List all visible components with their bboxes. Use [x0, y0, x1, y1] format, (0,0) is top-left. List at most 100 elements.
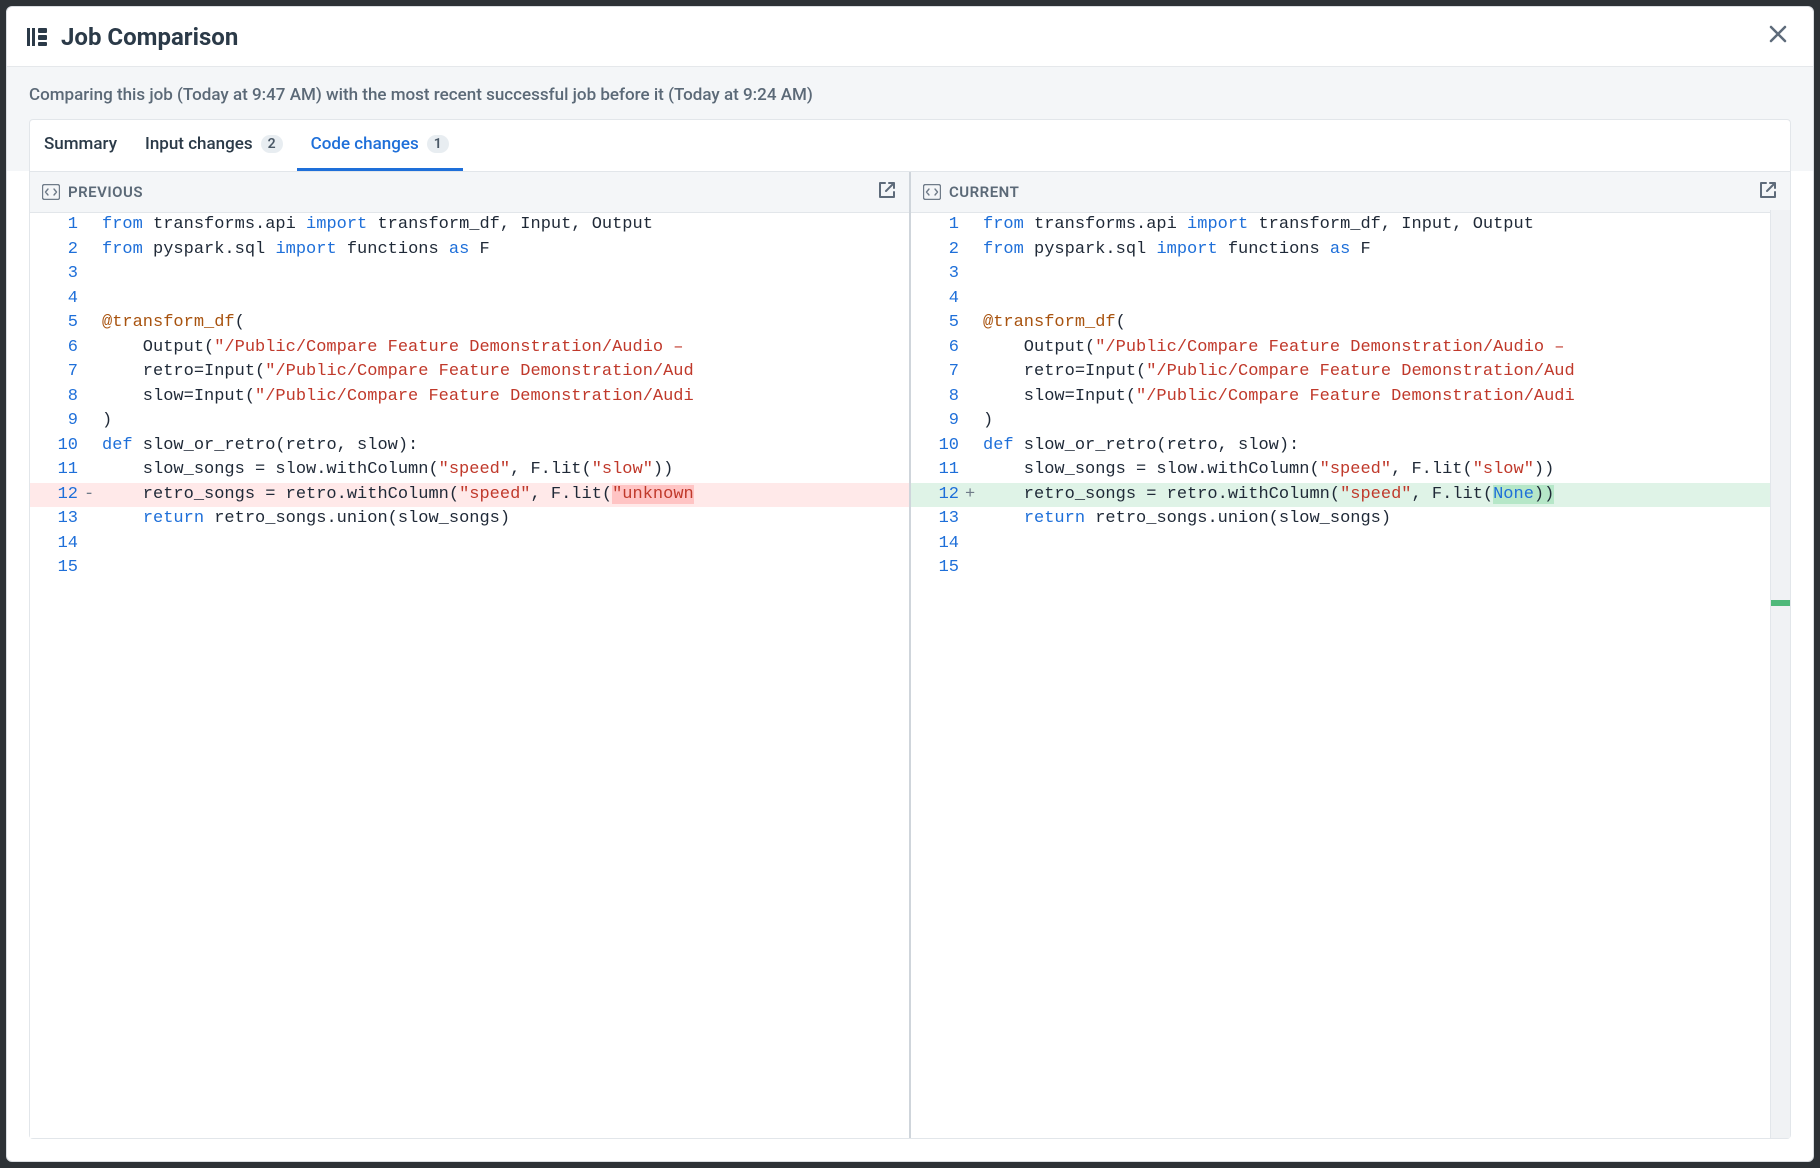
code-line: 14 [30, 532, 909, 557]
line-number: 15 [911, 556, 965, 581]
diff-marker [965, 287, 981, 312]
diff-marker [965, 336, 981, 361]
tab-input-changes[interactable]: Input changes 2 [131, 120, 297, 171]
code-content: from transforms.api import transform_df,… [100, 213, 909, 238]
code-line: 14 [911, 532, 1790, 557]
code-content: @transform_df( [981, 311, 1790, 336]
code-line: 13 return retro_songs.union(slow_songs) [911, 507, 1790, 532]
tab-badge: 2 [261, 135, 283, 153]
line-number: 10 [911, 434, 965, 459]
code-content: from transforms.api import transform_df,… [981, 213, 1790, 238]
code-content: slow_songs = slow.withColumn("speed", F.… [100, 458, 909, 483]
tab-summary[interactable]: Summary [30, 120, 131, 171]
diff-marker [84, 287, 100, 312]
code-content: from pyspark.sql import functions as F [981, 238, 1790, 263]
code-line: 3 [911, 262, 1790, 287]
tabs-bar: Summary Input changes 2 Code changes 1 [29, 119, 1791, 171]
code-content: retro_songs = retro.withColumn("speed", … [100, 483, 909, 508]
code-content [100, 262, 909, 287]
code-line: 4 [911, 287, 1790, 312]
code-content [100, 287, 909, 312]
line-number: 6 [30, 336, 84, 361]
external-link-icon [1758, 180, 1778, 200]
pane-title: CURRENT [949, 183, 1758, 201]
diff-marker [84, 213, 100, 238]
code-line: 15 [30, 556, 909, 581]
code-content: Output("/Public/Compare Feature Demonstr… [100, 336, 909, 361]
open-external-button[interactable] [1758, 180, 1778, 204]
line-number: 8 [911, 385, 965, 410]
tab-label: Input changes [145, 134, 253, 154]
code-line: 11 slow_songs = slow.withColumn("speed",… [30, 458, 909, 483]
code-content [981, 262, 1790, 287]
line-number: 11 [30, 458, 84, 483]
diff-pane-previous: PREVIOUS 1 from transforms.api import tra… [30, 172, 909, 1138]
code-content: retro=Input("/Public/Compare Feature Dem… [981, 360, 1790, 385]
diff-marker [965, 385, 981, 410]
tab-badge: 1 [427, 135, 449, 153]
code-line: 12+ retro_songs = retro.withColumn("spee… [911, 483, 1790, 508]
line-number: 15 [30, 556, 84, 581]
code-content: def slow_or_retro(retro, slow): [100, 434, 909, 459]
code-line: 1 from transforms.api import transform_df… [30, 213, 909, 238]
line-number: 2 [911, 238, 965, 263]
line-number: 12 [911, 483, 965, 508]
code-content: retro_songs = retro.withColumn("speed", … [981, 483, 1790, 508]
code-content: slow=Input("/Public/Compare Feature Demo… [100, 385, 909, 410]
code-line: 4 [30, 287, 909, 312]
diff-marker [84, 532, 100, 557]
code-current[interactable]: 1from transforms.api import transform_df… [911, 213, 1790, 1138]
code-icon [42, 184, 60, 200]
diff-marker [84, 336, 100, 361]
line-number: 4 [911, 287, 965, 312]
code-line: 5@transform_df( [30, 311, 909, 336]
line-number: 11 [911, 458, 965, 483]
line-number: 8 [30, 385, 84, 410]
line-number: 10 [30, 434, 84, 459]
diff-marker [84, 434, 100, 459]
minimap[interactable] [1770, 210, 1790, 1138]
line-number: 6 [911, 336, 965, 361]
line-number: 9 [30, 409, 84, 434]
code-line: 6 Output("/Public/Compare Feature Demons… [911, 336, 1790, 361]
line-number: 1 [30, 213, 84, 238]
line-number: 5 [30, 311, 84, 336]
line-number: 4 [30, 287, 84, 312]
diff-marker: + [965, 483, 981, 508]
pane-header-current: CURRENT [911, 172, 1790, 213]
pane-header-previous: PREVIOUS [30, 172, 909, 213]
minimap-addition-marker [1771, 600, 1790, 606]
code-content: def slow_or_retro(retro, slow): [981, 434, 1790, 459]
code-icon [923, 184, 941, 200]
code-line: 5 @transform_df( [911, 311, 1790, 336]
compare-icon [27, 26, 49, 48]
code-content: slow=Input("/Public/Compare Feature Demo… [981, 385, 1790, 410]
diff-marker [84, 385, 100, 410]
diff-marker [965, 532, 981, 557]
job-comparison-dialog: Job Comparison Comparing this job (Today… [6, 6, 1814, 1162]
close-icon [1769, 25, 1787, 43]
tab-code-changes[interactable]: Code changes 1 [297, 120, 463, 171]
code-content: slow_songs = slow.withColumn("speed", F.… [981, 458, 1790, 483]
code-previous[interactable]: 1 from transforms.api import transform_df… [30, 213, 909, 1138]
code-line: 6 Output("/Public/Compare Feature Demons… [30, 336, 909, 361]
code-line: 10 def slow_or_retro(retro, slow): [30, 434, 909, 459]
line-number: 5 [911, 311, 965, 336]
pane-title: PREVIOUS [68, 183, 877, 201]
line-number: 3 [911, 262, 965, 287]
diff-marker [965, 507, 981, 532]
diff-pane-current: CURRENT 1from transforms.api import tran… [909, 172, 1790, 1138]
diff-marker [965, 213, 981, 238]
code-line: 10 def slow_or_retro(retro, slow): [911, 434, 1790, 459]
code-content: from pyspark.sql import functions as F [100, 238, 909, 263]
code-content [100, 556, 909, 581]
close-button[interactable] [1765, 21, 1791, 52]
line-number: 12 [30, 483, 84, 508]
code-content: return retro_songs.union(slow_songs) [981, 507, 1790, 532]
open-external-button[interactable] [877, 180, 897, 204]
tab-label: Summary [44, 134, 117, 154]
diff-marker [84, 507, 100, 532]
code-content [100, 532, 909, 557]
comparison-description: Comparing this job (Today at 9:47 AM) wi… [29, 85, 1791, 105]
diff-marker [84, 409, 100, 434]
